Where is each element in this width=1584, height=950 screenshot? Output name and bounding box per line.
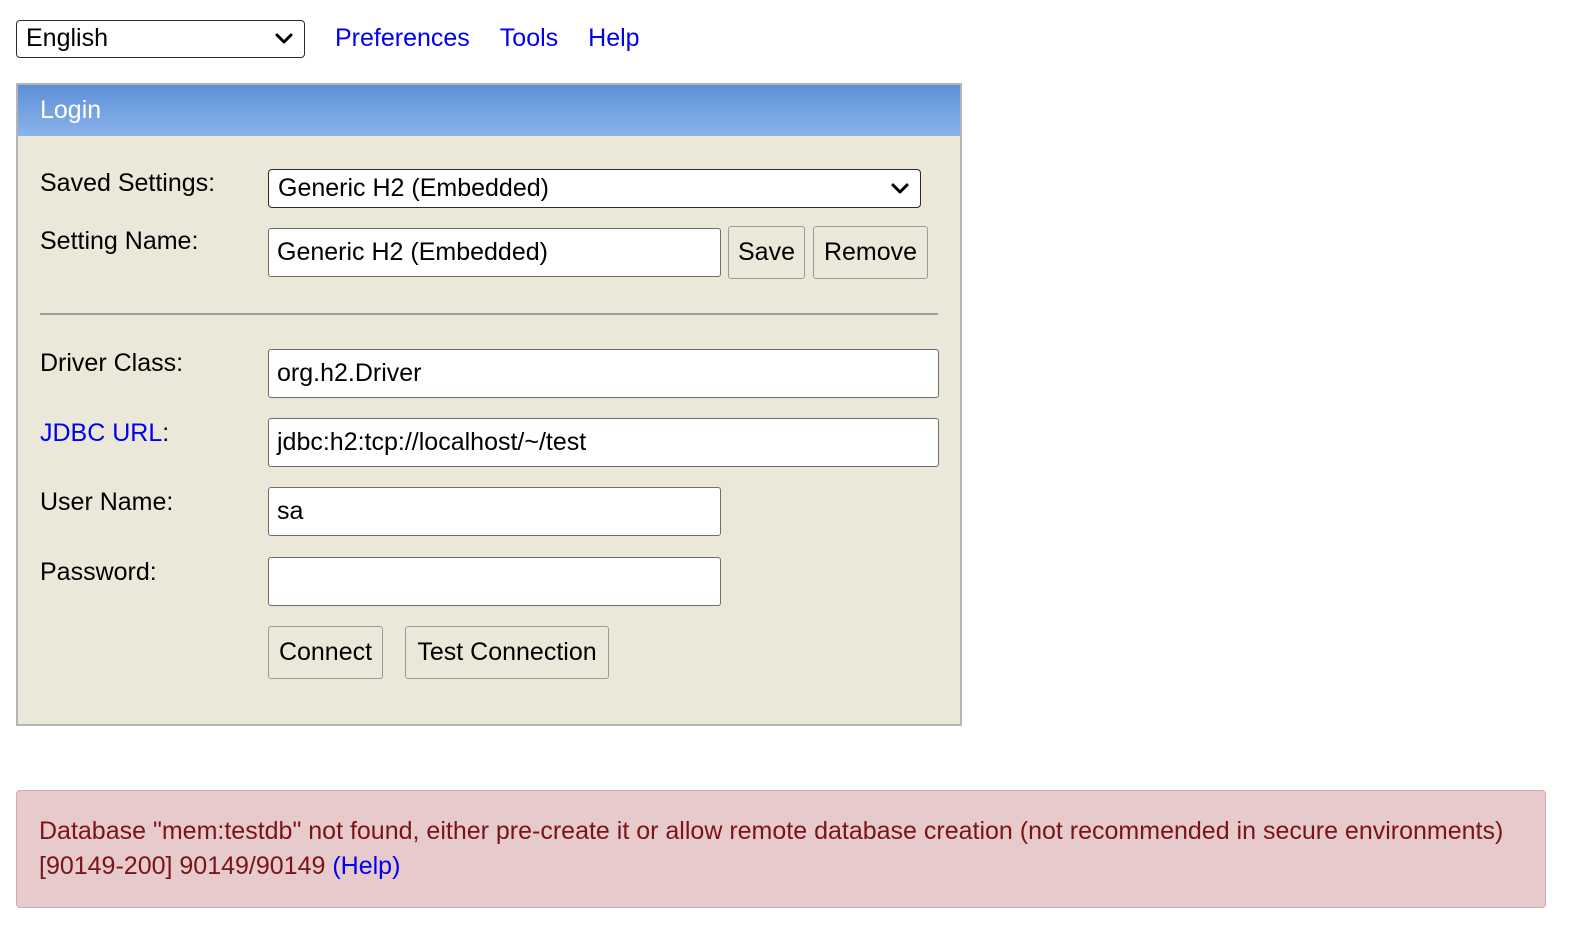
login-panel: Login Saved Settings: Generic H2 (Embedd… [16, 83, 962, 726]
top-nav-links: Preferences Tools Help [335, 24, 670, 53]
jdbc-url-value: jdbc:h2:tcp://localhost/~/test [277, 428, 587, 456]
error-help-link[interactable]: (Help) [332, 852, 400, 880]
error-message-text: Database "mem:testdb" not found, either … [39, 817, 1504, 880]
top-bar: English Preferences Tools Help [16, 19, 670, 58]
login-title: Login [40, 96, 102, 124]
connect-button[interactable]: Connect [268, 626, 383, 679]
jdbc-url-colon: : [162, 419, 170, 447]
jdbc-url-label: JDBC URL: [40, 419, 169, 448]
setting-name-value: Generic H2 (Embedded) [277, 238, 548, 266]
driver-class-input[interactable]: org.h2.Driver [268, 349, 939, 398]
chevron-down-icon [275, 33, 293, 43]
test-connection-button[interactable]: Test Connection [405, 626, 609, 679]
saved-settings-value: Generic H2 (Embedded) [278, 174, 549, 202]
user-name-value: sa [277, 497, 304, 525]
jdbc-url-input[interactable]: jdbc:h2:tcp://localhost/~/test [268, 418, 939, 467]
user-name-label: User Name: [40, 488, 174, 516]
saved-settings-label: Saved Settings: [40, 169, 216, 197]
tools-link[interactable]: Tools [500, 24, 558, 53]
driver-class-label: Driver Class: [40, 349, 184, 377]
help-link[interactable]: Help [588, 24, 639, 53]
setting-name-input[interactable]: Generic H2 (Embedded) [268, 228, 721, 277]
user-name-input[interactable]: sa [268, 487, 721, 536]
jdbc-url-link[interactable]: JDBC URL [40, 419, 162, 447]
language-select-value: English [26, 24, 108, 52]
password-label: Password: [40, 558, 157, 586]
setting-name-label: Setting Name: [40, 227, 199, 255]
password-input[interactable] [268, 557, 721, 606]
remove-button[interactable]: Remove [813, 226, 928, 279]
login-header: Login [18, 85, 960, 136]
saved-settings-select[interactable]: Generic H2 (Embedded) [268, 169, 921, 208]
driver-class-value: org.h2.Driver [277, 359, 422, 387]
divider [40, 313, 938, 315]
language-select[interactable]: English [16, 19, 305, 58]
preferences-link[interactable]: Preferences [335, 24, 470, 53]
save-button[interactable]: Save [728, 226, 805, 279]
error-message-box: Database "mem:testdb" not found, either … [16, 790, 1546, 908]
chevron-down-icon [891, 183, 909, 193]
